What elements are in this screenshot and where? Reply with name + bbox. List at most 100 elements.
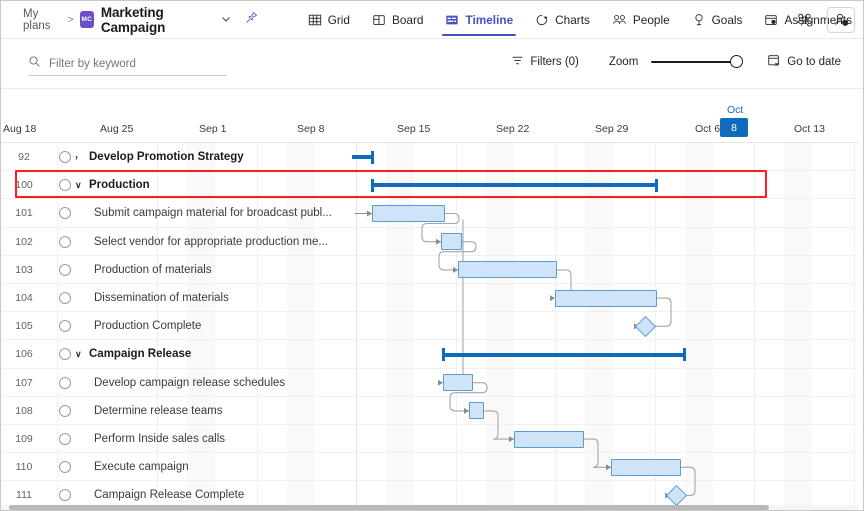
filters-label: Filters (0) [530, 55, 579, 68]
gantt-summary-bar[interactable] [442, 352, 686, 357]
gantt-task-bar[interactable] [611, 458, 681, 476]
task-complete-checkbox[interactable] [55, 453, 75, 481]
circle-icon [59, 151, 71, 164]
grid-icon [308, 13, 322, 27]
go-to-date-button[interactable]: Go to date [767, 53, 841, 70]
horizontal-scrollbar-thumb[interactable] [9, 505, 769, 510]
breadcrumb: My plans > MC Marketing Campaign [1, 5, 258, 35]
vertical-scrollbar[interactable] [858, 89, 863, 510]
tab-board[interactable]: Board [361, 1, 434, 39]
timeline-date-header: Aug 18 Aug 25 Sep 1 Sep 8 Sep 15 Sep 22 Sep 29… [1, 89, 863, 143]
tab-goals[interactable]: Goals [681, 1, 754, 39]
table-row[interactable]: 92 › Develop Promotion Strategy [1, 143, 863, 172]
tab-people[interactable]: People [601, 1, 681, 39]
timeline-tick: Sep 15 [397, 123, 431, 135]
task-name-cell[interactable]: Dissemination of materials [94, 284, 229, 312]
task-name-cell[interactable]: Select vendor for appropriate production… [94, 228, 328, 256]
today-marker[interactable]: 8 [720, 118, 748, 137]
timeline-body: 92 › Develop Promotion Strategy 100 ∨ Product… [1, 143, 863, 510]
gantt-task-bar[interactable] [458, 261, 557, 279]
table-row[interactable]: 109 Perform Inside sales calls [1, 425, 863, 454]
gantt-task-bar[interactable] [372, 205, 445, 222]
timeline-tick: Sep 29 [595, 123, 629, 135]
timeline-tick: Sep 8 [297, 123, 325, 135]
board-icon [372, 13, 386, 27]
gantt-task-bar[interactable] [514, 430, 584, 448]
chevron-down-icon[interactable]: ∨ [75, 349, 84, 359]
task-complete-checkbox[interactable] [55, 284, 75, 312]
task-name-cell[interactable]: › Develop Promotion Strategy [75, 143, 244, 171]
task-name-cell[interactable]: Develop campaign release schedules [94, 369, 285, 397]
add-person-icon[interactable] [827, 7, 855, 33]
task-complete-checkbox[interactable] [55, 312, 75, 340]
timeline-app: My plans > MC Marketing Campaign Grid Bo… [0, 0, 864, 511]
timeline-tick: Sep 22 [496, 123, 530, 135]
tab-timeline[interactable]: Timeline [434, 1, 524, 39]
gantt-summary-cap [655, 178, 658, 192]
task-complete-checkbox[interactable] [55, 171, 75, 199]
table-row[interactable]: 103 Production of materials [1, 256, 863, 284]
task-name-cell[interactable]: Submit campaign material for broadcast p… [94, 199, 332, 227]
task-name-cell[interactable]: Perform Inside sales calls [94, 425, 225, 453]
gantt-summary-cap [371, 178, 374, 192]
breadcrumb-separator: > [67, 13, 74, 26]
task-name-label: Production of materials [94, 263, 212, 276]
row-id: 103 [15, 263, 33, 276]
charts-icon [535, 13, 549, 27]
task-complete-checkbox[interactable] [55, 397, 75, 425]
row-id: 107 [15, 376, 33, 389]
filters-button[interactable]: Filters (0) [511, 54, 579, 70]
zoom-slider-thumb[interactable] [730, 54, 744, 68]
task-complete-checkbox[interactable] [55, 256, 75, 284]
task-complete-checkbox[interactable] [55, 199, 75, 227]
task-name-cell[interactable]: ∨ Campaign Release [75, 340, 191, 368]
table-row[interactable]: 107 Develop campaign release schedules [1, 369, 863, 397]
task-complete-checkbox[interactable] [55, 369, 75, 397]
chevron-down-icon[interactable] [221, 14, 231, 26]
task-name-label: Develop Promotion Strategy [89, 151, 244, 164]
gantt-task-bar[interactable] [441, 233, 462, 251]
table-row[interactable]: 105 Production Complete [1, 312, 863, 341]
table-row[interactable]: 108 Determine release teams [1, 397, 863, 425]
task-complete-checkbox[interactable] [55, 340, 75, 368]
table-row[interactable]: 102 Select vendor for appropriate product… [1, 228, 863, 256]
tab-charts[interactable]: Charts [524, 1, 601, 39]
task-name-cell[interactable]: Execute campaign [94, 453, 189, 481]
task-name-cell[interactable]: Determine release teams [94, 397, 222, 425]
chevron-down-icon[interactable]: ∨ [75, 180, 84, 190]
timeline-tick: Aug 18 [3, 123, 37, 135]
search-container [28, 52, 226, 76]
breadcrumb-my-plans[interactable]: My plans [23, 8, 61, 32]
tab-people-label: People [632, 12, 670, 27]
zoom-label: Zoom [608, 55, 639, 68]
task-complete-checkbox[interactable] [55, 228, 75, 256]
task-name-cell[interactable]: Production of materials [94, 256, 212, 284]
row-id: 105 [15, 320, 33, 333]
gantt-task-bar[interactable] [443, 374, 473, 392]
gantt-summary-cap [442, 348, 445, 361]
members-group-icon[interactable] [791, 7, 817, 33]
search-input[interactable] [49, 57, 214, 70]
task-name-label: Submit campaign material for broadcast p… [94, 207, 332, 220]
task-complete-checkbox[interactable] [55, 143, 75, 171]
gantt-summary-bar[interactable] [371, 183, 658, 188]
top-navigation-bar: My plans > MC Marketing Campaign Grid Bo… [1, 1, 863, 39]
gantt-summary-cap [371, 150, 374, 164]
pin-icon[interactable] [245, 11, 258, 29]
task-complete-checkbox[interactable] [55, 425, 75, 453]
task-name-cell[interactable]: Production Complete [94, 312, 201, 340]
gantt-task-bar[interactable] [555, 289, 657, 307]
table-row[interactable]: 106 ∨ Campaign Release [1, 340, 863, 369]
chevron-right-icon[interactable]: › [75, 152, 84, 162]
tab-grid[interactable]: Grid [297, 1, 361, 39]
view-tabs: Grid Board Timeline Charts People Goals … [297, 1, 863, 39]
task-name-cell[interactable]: ∨ Production [75, 171, 150, 199]
circle-icon [59, 461, 71, 474]
zoom-slider[interactable] [651, 54, 744, 69]
task-name-label: Develop campaign release schedules [94, 376, 286, 389]
horizontal-scrollbar[interactable] [1, 505, 858, 510]
table-row[interactable]: 104 Dissemination of materials [1, 284, 863, 313]
circle-icon [59, 292, 71, 305]
table-row[interactable]: 110 Execute campaign [1, 453, 863, 482]
gantt-task-bar[interactable] [469, 402, 484, 420]
